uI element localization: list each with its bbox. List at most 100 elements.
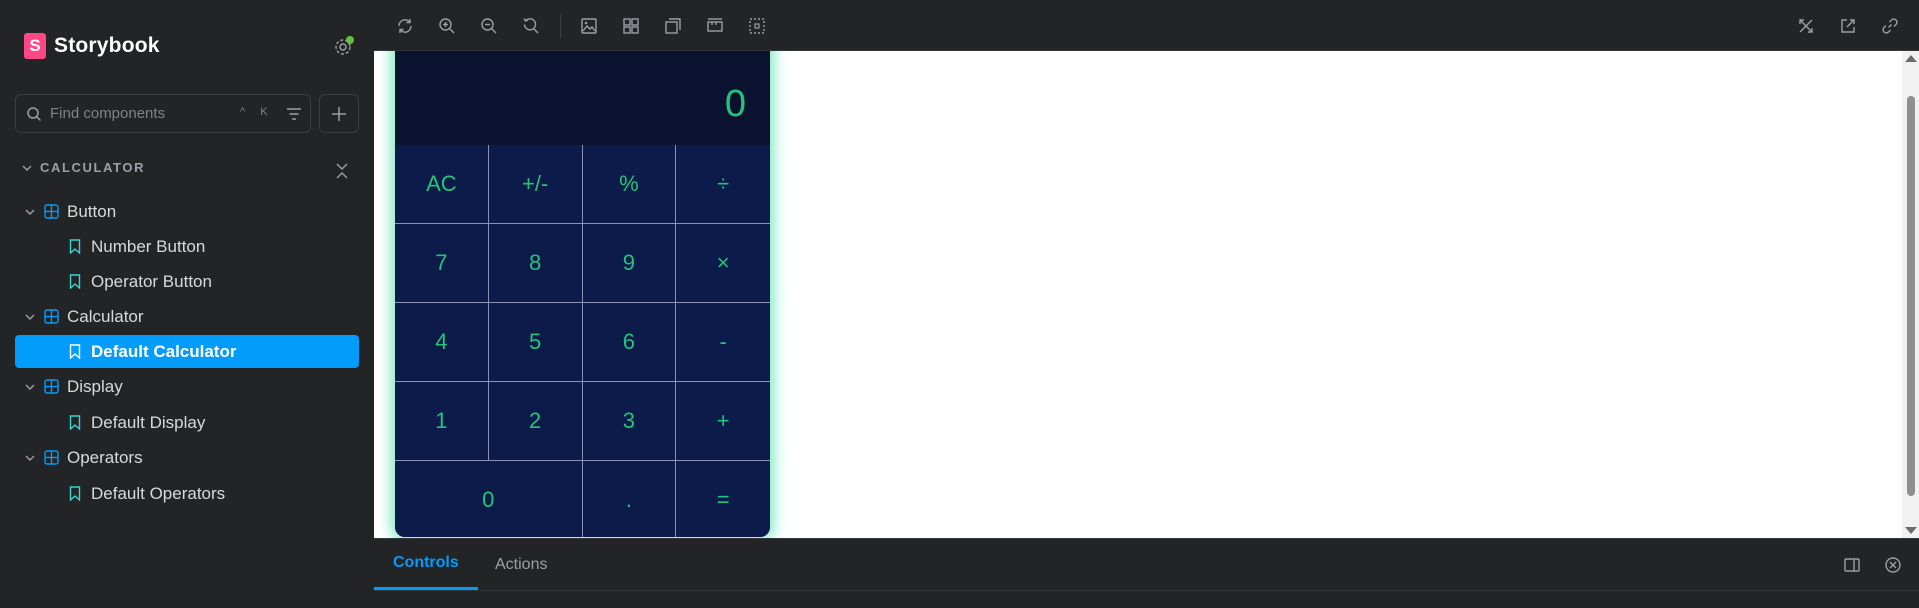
calculator-display: 0 [395,51,770,145]
brand[interactable]: S Storybook [24,33,160,59]
bookmark-icon [67,274,83,290]
component-icon [43,450,59,466]
tree-item-number-button[interactable]: Number Button [15,230,359,263]
tab-controls[interactable]: Controls [374,539,478,590]
key-7[interactable]: 7 [395,224,489,303]
tree-item-label: Button [67,201,117,221]
reload-icon [398,19,412,33]
viewport-button[interactable] [662,15,684,37]
tree-item-label: Default Operators [91,483,226,503]
key-ac[interactable]: AC [395,145,489,224]
key-8[interactable]: 8 [488,224,583,303]
update-indicator-dot [346,36,354,44]
zoom-reset-button[interactable] [520,15,542,37]
measure-icon [707,18,723,32]
panel-divider [374,590,1919,591]
tree-item-calculator[interactable]: Calculator [15,300,359,333]
close-panel-button[interactable] [1882,554,1904,576]
key-2[interactable]: 2 [488,382,583,461]
key-1[interactable]: 1 [395,382,489,461]
sidebar: S Storybook ^ K CALCULATOR [0,0,374,608]
sidebar-alt-icon [1844,558,1860,572]
addons-panel: Controls Actions [374,538,1919,608]
filter-button[interactable] [284,104,304,124]
tree-item-button[interactable]: Button [15,195,359,228]
tree-item-label: Number Button [91,236,206,256]
search-box[interactable]: ^ K [15,94,311,133]
outline-button[interactable] [746,15,768,37]
zoom-out-button[interactable] [478,15,500,37]
tree-item-default-display[interactable]: Default Display [15,406,359,439]
key-equals[interactable]: = [676,461,770,537]
tree-item-display[interactable]: Display [15,370,359,403]
zoom-out-icon [481,18,497,34]
scroll-up-arrow-icon[interactable] [1905,55,1917,62]
zoom-in-button[interactable] [436,15,458,37]
settings-button[interactable] [332,36,354,58]
collapse-all-button[interactable] [332,160,352,182]
tab-actions[interactable]: Actions [495,539,547,590]
plus-icon [332,106,346,121]
key-sign[interactable]: +/- [488,145,583,224]
tree-item-operator-button[interactable]: Operator Button [15,265,359,298]
viewport-icon [665,18,681,34]
copy-link-button[interactable] [1879,15,1901,37]
tree-item-label: Operators [67,447,143,467]
key-5[interactable]: 5 [488,303,583,382]
component-icon [43,204,59,220]
key-percent[interactable]: % [582,145,677,224]
scroll-thumb[interactable] [1907,96,1915,496]
tree-item-default-operators[interactable]: Default Operators [15,477,359,510]
key-4[interactable]: 4 [395,303,489,382]
scroll-down-arrow-icon[interactable] [1905,527,1917,534]
key-0[interactable]: 0 [395,461,583,537]
close-icon [1885,557,1901,573]
key-subtract[interactable]: - [676,303,770,382]
tree-item-label: Default Calculator [91,341,237,361]
fullscreen-button[interactable] [1795,15,1817,37]
key-multiply[interactable]: × [676,224,770,303]
copy-link-icon [1882,18,1898,34]
panel-orientation-button[interactable] [1841,554,1863,576]
chevron-down-icon [23,207,37,217]
component-icon [43,379,59,395]
measure-button[interactable] [704,15,726,37]
key-9[interactable]: 9 [582,224,677,303]
search-input[interactable] [50,105,220,122]
bookmark-icon [67,486,83,502]
preview-canvas: 0 AC +/- % ÷ 7 8 9 × 4 5 6 - 1 2 3 + 0 . [374,51,1902,538]
key-add[interactable]: + [676,382,770,461]
open-new-tab-icon [1841,19,1855,33]
chevron-down-icon [22,165,32,171]
reload-button[interactable] [394,15,416,37]
tree-item-default-calculator[interactable]: Default Calculator [15,335,359,368]
tree-item-label: Operator Button [91,271,212,291]
search-shortcut: ^ K [240,106,274,118]
brand-name: Storybook [54,34,160,57]
create-story-button[interactable] [319,94,359,133]
section-title: CALCULATOR [40,160,146,175]
key-6[interactable]: 6 [582,303,677,382]
grid-icon [623,18,639,34]
bookmark-icon [67,415,83,431]
calculator-keypad: AC +/- % ÷ 7 8 9 × 4 5 6 - 1 2 3 + 0 . = [395,145,770,537]
calculator: 0 AC +/- % ÷ 7 8 9 × 4 5 6 - 1 2 3 + 0 . [395,51,770,537]
key-3[interactable]: 3 [582,382,677,461]
tree-item-label: Default Display [91,412,206,432]
tree-item-label: Calculator [67,306,144,326]
chevron-down-icon [23,312,37,322]
canvas-scrollbar[interactable] [1902,51,1919,538]
zoom-reset-icon [523,18,539,34]
tree-item-operators[interactable]: Operators [15,441,359,474]
chevron-down-icon [23,453,37,463]
storybook-app: S Storybook ^ K CALCULATOR [0,0,1919,608]
section-header[interactable]: CALCULATOR [22,160,145,175]
bookmark-icon [67,239,83,255]
open-new-tab-button[interactable] [1837,15,1859,37]
background-button[interactable] [578,15,600,37]
key-divide[interactable]: ÷ [676,145,770,224]
key-decimal[interactable]: . [582,461,677,537]
zoom-in-icon [439,18,455,34]
outline-icon [749,18,765,34]
grid-button[interactable] [620,15,642,37]
